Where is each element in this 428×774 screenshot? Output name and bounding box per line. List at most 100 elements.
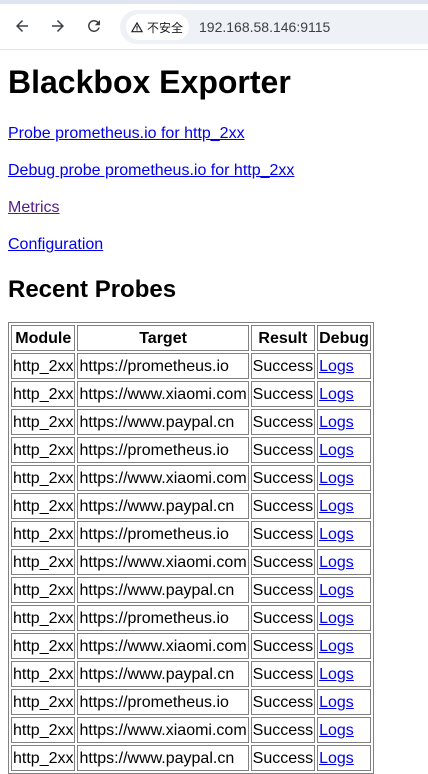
cell-debug: Logs [317, 717, 371, 743]
table-row: http_2xx https://prometheus.io Success Logs [11, 521, 371, 547]
probe-link[interactable]: Probe prometheus.io for http_2xx [8, 125, 245, 142]
cell-result: Success [250, 605, 316, 631]
cell-result: Success [250, 689, 316, 715]
cell-module: http_2xx [11, 381, 76, 407]
logs-link[interactable]: Logs [319, 610, 354, 627]
cell-target: https://www.xiaomi.com [77, 717, 249, 743]
header-target: Target [77, 325, 249, 351]
logs-link[interactable]: Logs [319, 386, 354, 403]
cell-target: https://prometheus.io [77, 521, 249, 547]
tab-strip [0, 0, 428, 4]
logs-link[interactable]: Logs [319, 442, 354, 459]
forward-button[interactable] [44, 12, 72, 40]
cell-module: http_2xx [11, 577, 76, 603]
cell-target: https://www.paypal.cn [77, 577, 249, 603]
cell-debug: Logs [317, 353, 371, 379]
table-header-row: Module Target Result Debug [11, 325, 371, 351]
recent-probes-heading: Recent Probes [8, 276, 177, 303]
security-label: 不安全 [147, 20, 184, 35]
table-row: http_2xx https://prometheus.io Success Logs [11, 353, 371, 379]
cell-module: http_2xx [11, 745, 76, 771]
cell-module: http_2xx [11, 465, 76, 491]
logs-link[interactable]: Logs [319, 414, 354, 431]
cell-debug: Logs [317, 409, 371, 435]
debug-probe-link[interactable]: Debug probe prometheus.io for http_2xx [8, 162, 294, 179]
table-row: http_2xx https://prometheus.io Success Logs [11, 605, 371, 631]
logs-link[interactable]: Logs [319, 750, 354, 767]
metrics-link[interactable]: Metrics [8, 199, 60, 216]
reload-icon [88, 19, 100, 32]
logs-link[interactable]: Logs [319, 694, 354, 711]
site-security-chip[interactable]: 不安全 [126, 14, 190, 40]
header-debug: Debug [317, 325, 371, 351]
logs-link[interactable]: Logs [319, 638, 354, 655]
table-row: http_2xx https://www.paypal.cn Success Logs [11, 577, 371, 603]
table-row: http_2xx https://www.paypal.cn Success Logs [11, 409, 371, 435]
cell-target: https://prometheus.io [77, 353, 249, 379]
table-row: http_2xx https://www.xiaomi.com Success Log… [11, 717, 371, 743]
cell-target: https://www.xiaomi.com [77, 381, 249, 407]
cell-debug: Logs [317, 521, 371, 547]
browser-toolbar: 不安全 192.168.58.146:9115 [0, 0, 428, 50]
table-row: http_2xx https://www.xiaomi.com Success Log… [11, 549, 371, 575]
cell-debug: Logs [317, 689, 371, 715]
table-row: http_2xx https://www.xiaomi.com Success Log… [11, 465, 371, 491]
configuration-link[interactable]: Configuration [8, 236, 103, 253]
cell-result: Success [250, 353, 316, 379]
logs-link[interactable]: Logs [319, 582, 354, 599]
logs-link[interactable]: Logs [319, 498, 354, 515]
logs-link[interactable]: Logs [319, 470, 354, 487]
cell-module: http_2xx [11, 353, 76, 379]
cell-result: Success [250, 521, 316, 547]
reload-button[interactable] [80, 12, 108, 40]
cell-target: https://www.paypal.cn [77, 493, 249, 519]
logs-link[interactable]: Logs [319, 554, 354, 571]
cell-debug: Logs [317, 633, 371, 659]
cell-result: Success [250, 493, 316, 519]
nav-links: Probe prometheus.io for http_2xx Debug p… [8, 123, 420, 256]
recent-probes-table: Module Target Result Debug http_2xx https… [8, 322, 374, 774]
logs-link[interactable]: Logs [319, 722, 354, 739]
cell-module: http_2xx [11, 633, 76, 659]
header-result: Result [250, 325, 316, 351]
cell-target: https://www.paypal.cn [77, 661, 249, 687]
cell-debug: Logs [317, 493, 371, 519]
arrow-left-icon [16, 20, 28, 32]
cell-target: https://prometheus.io [77, 605, 249, 631]
table-row: http_2xx https://prometheus.io Success Logs [11, 437, 371, 463]
cell-result: Success [250, 437, 316, 463]
address-bar[interactable]: 不安全 192.168.58.146:9115 [120, 10, 428, 44]
cell-module: http_2xx [11, 521, 76, 547]
cell-module: http_2xx [11, 493, 76, 519]
table-row: http_2xx https://www.paypal.cn Success Logs [11, 745, 371, 771]
cell-result: Success [250, 745, 316, 771]
cell-module: http_2xx [11, 689, 76, 715]
logs-link[interactable]: Logs [319, 666, 354, 683]
cell-target: https://www.xiaomi.com [77, 549, 249, 575]
cell-target: https://www.paypal.cn [77, 745, 249, 771]
cell-target: https://prometheus.io [77, 437, 249, 463]
page-content: Blackbox Exporter Probe prometheus.io fo… [0, 63, 428, 774]
logs-link[interactable]: Logs [319, 526, 354, 543]
cell-target: https://www.xiaomi.com [77, 465, 249, 491]
cell-debug: Logs [317, 745, 371, 771]
url-text[interactable]: 192.168.58.146:9115 [199, 19, 330, 35]
cell-debug: Logs [317, 661, 371, 687]
cell-module: http_2xx [11, 717, 76, 743]
table-body: http_2xx https://prometheus.io Success Logs… [11, 353, 371, 771]
table-row: http_2xx https://www.xiaomi.com Success Log… [11, 633, 371, 659]
logs-link[interactable]: Logs [319, 358, 354, 375]
cell-target: https://www.paypal.cn [77, 409, 249, 435]
header-module: Module [11, 325, 76, 351]
back-button[interactable] [8, 12, 36, 40]
cell-result: Success [250, 717, 316, 743]
cell-result: Success [250, 577, 316, 603]
cell-debug: Logs [317, 437, 371, 463]
cell-result: Success [250, 549, 316, 575]
page-title: Blackbox Exporter [8, 64, 291, 100]
cell-result: Success [250, 661, 316, 687]
cell-debug: Logs [317, 465, 371, 491]
warning-triangle-icon [130, 21, 144, 33]
cell-result: Success [250, 381, 316, 407]
cell-debug: Logs [317, 381, 371, 407]
